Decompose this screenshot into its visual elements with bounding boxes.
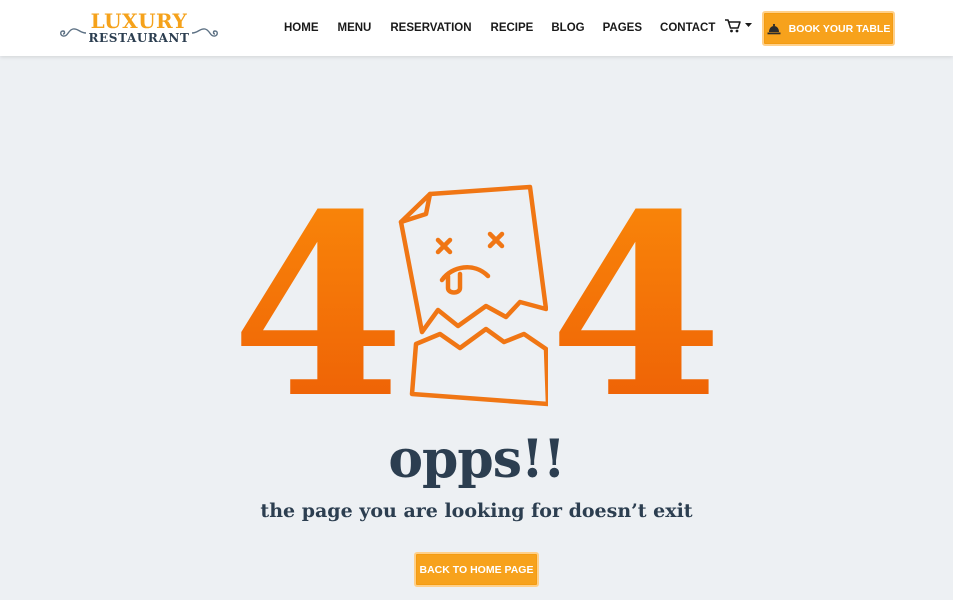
- back-home-button[interactable]: BACK TO HOME PAGE: [414, 552, 539, 587]
- site-header: LUXURY RESTAURANT HOME MENU RESERVATION …: [0, 0, 953, 56]
- nav-item-blog[interactable]: BLOG: [551, 19, 584, 37]
- bell-icon: [767, 23, 781, 34]
- cart-dropdown[interactable]: [724, 17, 754, 35]
- error-message: the page you are looking for doesn’t exi…: [260, 500, 693, 522]
- error-graphic: 4 4: [231, 159, 723, 453]
- broken-page-icon: [398, 184, 551, 409]
- nav-item-contact[interactable]: CONTACT: [660, 19, 715, 37]
- book-table-label: BOOK YOUR TABLE: [788, 22, 891, 35]
- book-table-button[interactable]: BOOK YOUR TABLE: [762, 11, 895, 46]
- main-nav: HOME MENU RESERVATION RECIPE BLOG PAGES …: [284, 19, 715, 37]
- nav-item-menu[interactable]: MENU: [338, 19, 372, 37]
- swirl-ornament-icon: [191, 28, 218, 37]
- nav-item-home[interactable]: HOME: [284, 19, 319, 37]
- digit-four-left-text: 4: [238, 184, 398, 409]
- error-heading: opps!!: [388, 429, 565, 490]
- nav-item-pages[interactable]: PAGES: [603, 19, 642, 37]
- cart-icon: [725, 19, 752, 33]
- digit-four-right: 4: [549, 159, 723, 453]
- nav-item-recipe[interactable]: RECIPE: [491, 19, 534, 37]
- brand-logo[interactable]: LUXURY RESTAURANT: [58, 10, 220, 48]
- digit-four-right-text: 4: [556, 184, 716, 409]
- digit-four-left: 4: [231, 159, 405, 453]
- caret-down-icon: [745, 23, 752, 27]
- nav-item-reservation[interactable]: RESERVATION: [390, 19, 471, 37]
- back-home-label: BACK TO HOME PAGE: [419, 563, 534, 576]
